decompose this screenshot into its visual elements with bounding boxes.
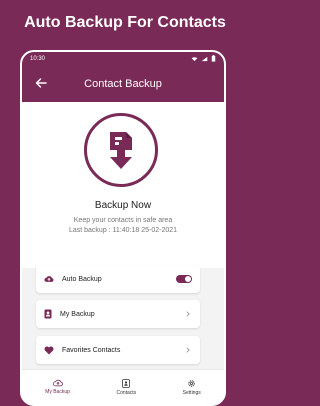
status-bar: 10:30 (22, 52, 224, 65)
document-download-icon (110, 132, 132, 169)
wifi-icon (191, 56, 198, 61)
backup-hero: Backup Now Keep your contacts in safe ar… (22, 102, 224, 268)
heart-icon (44, 346, 54, 354)
nav-my-backup[interactable]: My Backup (45, 379, 70, 395)
auto-backup-row[interactable]: Auto Backup (36, 265, 200, 293)
status-time: 10:30 (30, 55, 46, 62)
cloud-upload-icon (44, 276, 54, 282)
nav-settings[interactable]: Settings (183, 379, 201, 396)
gear-icon (188, 379, 195, 387)
back-button[interactable] (32, 74, 50, 92)
arrow-left-icon (35, 78, 47, 88)
chevron-right-icon (184, 346, 192, 354)
cloud-upload-icon (52, 379, 63, 387)
status-icons (191, 55, 216, 62)
auto-backup-toggle[interactable] (176, 275, 192, 283)
nav-label: Contacts (116, 389, 137, 396)
my-backup-row[interactable]: My Backup (36, 300, 200, 328)
battery-icon (211, 55, 216, 62)
app-bar: Contact Backup (22, 65, 224, 102)
nav-contacts[interactable]: Contacts (116, 378, 137, 396)
backup-hint: Keep your contacts in safe area (73, 217, 173, 224)
bottom-nav: My Backup Contacts Settings (22, 369, 224, 404)
backup-now-button[interactable] (84, 113, 158, 187)
contact-card-icon (44, 309, 52, 319)
my-backup-label: My Backup (60, 310, 95, 318)
last-backup-text: Last backup : 11:40:18 25-02-2021 (68, 227, 178, 234)
backup-now-label: Backup Now (94, 200, 152, 211)
page-title: Contact Backup (84, 77, 162, 90)
favorites-label: Favorites Contacts (62, 346, 121, 354)
chevron-right-icon (184, 310, 192, 318)
nav-label: Settings (182, 389, 201, 396)
promo-title: Auto Backup For Contacts (24, 14, 226, 31)
signal-icon (201, 56, 208, 61)
favorites-row[interactable]: Favorites Contacts (36, 336, 200, 364)
auto-backup-label: Auto Backup (62, 275, 102, 283)
phone-frame: 10:30 Contact Backup Backup Now Keep you… (20, 50, 226, 406)
nav-label: My Backup (45, 389, 70, 395)
contacts-book-icon (122, 378, 131, 388)
toggle-knob (185, 276, 191, 282)
